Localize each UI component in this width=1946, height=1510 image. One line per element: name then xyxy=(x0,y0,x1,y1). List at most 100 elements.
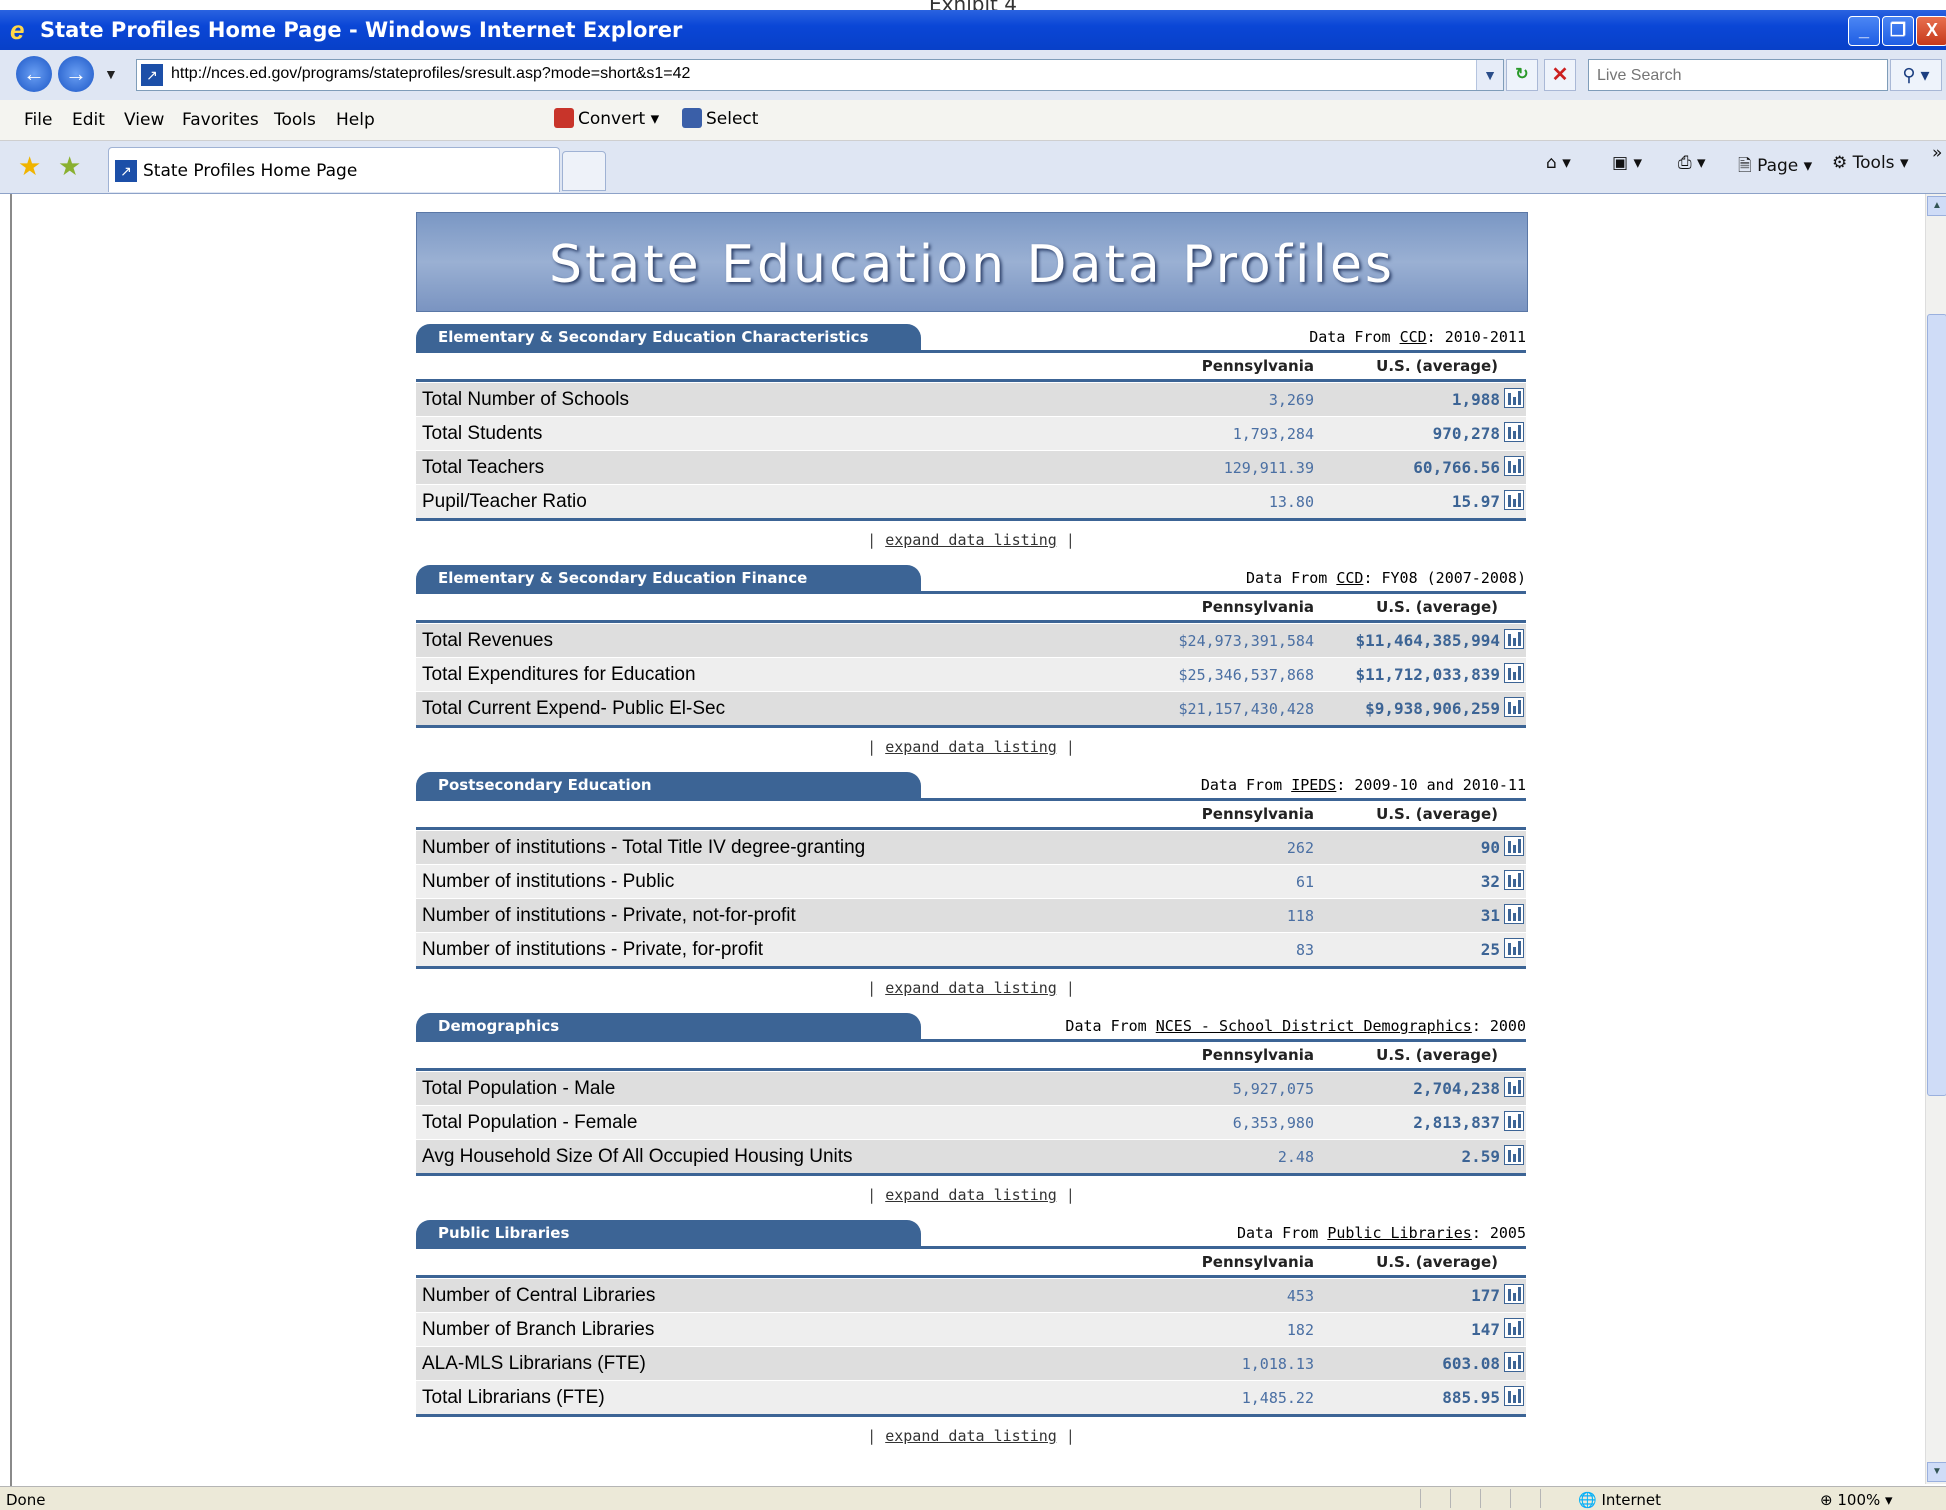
back-icon[interactable]: ← xyxy=(16,56,52,92)
tab-bar: ★ ★ ↗ State Profiles Home Page ⌂ ▾ ▣ ▾ ⎙… xyxy=(0,141,1946,194)
source-link[interactable]: NCES - School District Demographics xyxy=(1156,1017,1472,1035)
section-header: Demographics Data From NCES - School Dist… xyxy=(416,1013,1526,1039)
page-menu-label: Page xyxy=(1757,156,1799,176)
search-icon[interactable]: ⚲ ▾ xyxy=(1890,59,1942,91)
bar-chart-icon[interactable] xyxy=(1504,904,1524,924)
address-bar[interactable]: ↗ http://nces.ed.gov/programs/stateprofi… xyxy=(136,59,1504,91)
stop-icon[interactable]: ✕ xyxy=(1544,59,1576,91)
expand-data-listing-link[interactable]: expand data listing xyxy=(885,1427,1057,1445)
bar-chart-icon[interactable] xyxy=(1504,663,1524,683)
page-icon: 🗎 xyxy=(1738,156,1752,176)
refresh-icon[interactable]: ↻ xyxy=(1506,59,1538,91)
convert-button[interactable]: Convert ▾ xyxy=(554,108,659,129)
source-link[interactable]: CCD xyxy=(1336,569,1363,587)
vertical-scrollbar[interactable]: ▲ ▼ xyxy=(1925,194,1946,1484)
forward-icon[interactable]: → xyxy=(58,56,94,92)
column-us-average: U.S. (average) xyxy=(1376,805,1498,823)
sections-container: Elementary & Secondary Education Charact… xyxy=(416,324,1526,1449)
tools-menu-button[interactable]: ⚙ Tools ▾ xyxy=(1832,153,1908,173)
source-prefix: Data From xyxy=(1200,776,1292,794)
expand-data-listing-link[interactable]: expand data listing xyxy=(885,738,1057,756)
state-value: 83 xyxy=(1295,941,1314,959)
bar-chart-icon[interactable] xyxy=(1504,1111,1524,1131)
history-dropdown-icon[interactable]: ▼ xyxy=(104,66,118,82)
add-favorites-icon[interactable]: ★ xyxy=(58,151,81,182)
source-link[interactable]: IPEDS xyxy=(1291,776,1336,794)
us-average-value: 15.97 xyxy=(1451,492,1500,511)
bar-chart-icon[interactable] xyxy=(1504,1386,1524,1406)
state-value: $25,346,537,868 xyxy=(1178,666,1314,684)
bar-chart-icon[interactable] xyxy=(1504,388,1524,408)
bar-chart-icon[interactable] xyxy=(1504,456,1524,476)
new-tab-button[interactable] xyxy=(562,151,606,191)
row-label: Total Current Expend- Public El-Sec xyxy=(422,698,726,719)
menu-edit[interactable]: Edit xyxy=(72,110,105,130)
scroll-thumb[interactable] xyxy=(1927,314,1946,1096)
menu-view[interactable]: View xyxy=(124,110,164,130)
data-rows: Total Population - Male 5,927,075 2,704,23… xyxy=(416,1071,1526,1176)
close-button[interactable]: X xyxy=(1916,16,1946,46)
us-average-value: 1,988 xyxy=(1451,390,1500,409)
menu-help[interactable]: Help xyxy=(336,110,375,130)
column-state: Pennsylvania xyxy=(1201,1253,1314,1271)
expand-data-listing-link[interactable]: expand data listing xyxy=(885,531,1057,549)
section-title: Elementary & Secondary Education Finance xyxy=(416,565,921,591)
bar-chart-icon[interactable] xyxy=(1504,1077,1524,1097)
expand-data-listing-link[interactable]: expand data listing xyxy=(885,979,1057,997)
bar-chart-icon[interactable] xyxy=(1504,870,1524,890)
column-headers: Pennsylvania U.S. (average) xyxy=(416,594,1526,623)
source-link[interactable]: Public Libraries xyxy=(1327,1224,1472,1242)
bar-chart-icon[interactable] xyxy=(1504,629,1524,649)
source-link[interactable]: CCD xyxy=(1400,328,1427,346)
data-rows: Total Revenues $24,973,391,584 $11,464,385… xyxy=(416,623,1526,728)
us-average-value: $11,712,033,839 xyxy=(1355,665,1501,684)
section-header: Public Libraries Data From Public Librari… xyxy=(416,1220,1526,1246)
us-average-value: 2.59 xyxy=(1461,1147,1500,1166)
search-input[interactable] xyxy=(1595,62,1879,90)
source-suffix: : 2000 xyxy=(1471,1017,1526,1035)
table-row: Total Students 1,793,284 970,278 xyxy=(416,416,1526,450)
zoom-control[interactable]: ⊕ 100% ▾ xyxy=(1820,1491,1893,1509)
scroll-down-icon[interactable]: ▼ xyxy=(1927,1462,1946,1482)
column-us-average: U.S. (average) xyxy=(1376,1253,1498,1271)
bar-chart-icon[interactable] xyxy=(1504,1284,1524,1304)
select-label: Select xyxy=(706,109,759,129)
bar-chart-icon[interactable] xyxy=(1504,1318,1524,1338)
select-button[interactable]: Select xyxy=(682,108,758,129)
scroll-up-icon[interactable]: ▲ xyxy=(1927,196,1946,216)
state-value: 182 xyxy=(1286,1321,1314,1339)
menu-tools[interactable]: Tools xyxy=(274,110,316,130)
address-url[interactable]: http://nces.ed.gov/programs/stateprofile… xyxy=(171,65,690,83)
address-dropdown-icon[interactable]: ▼ xyxy=(1476,60,1503,90)
page-menu-button[interactable]: 🗎 Page ▾ xyxy=(1738,153,1812,182)
table-row: Total Current Expend- Public El-Sec $21,1… xyxy=(416,691,1526,725)
column-headers: Pennsylvania U.S. (average) xyxy=(416,353,1526,382)
print-icon[interactable]: ⎙ ▾ xyxy=(1678,153,1706,173)
bar-chart-icon[interactable] xyxy=(1504,938,1524,958)
favorites-star-icon[interactable]: ★ xyxy=(18,151,41,182)
bar-chart-icon[interactable] xyxy=(1504,1352,1524,1372)
table-row: Total Expenditures for Education $25,346,… xyxy=(416,657,1526,691)
page-content: State Education Data Profiles Elementary… xyxy=(10,194,1928,1486)
us-average-value: 31 xyxy=(1480,906,1500,925)
section-title: Public Libraries xyxy=(416,1220,921,1246)
menu-file[interactable]: File xyxy=(24,110,52,130)
chevron-more-icon[interactable]: » xyxy=(1932,143,1942,163)
bar-chart-icon[interactable] xyxy=(1504,490,1524,510)
home-icon[interactable]: ⌂ ▾ xyxy=(1546,153,1571,173)
table-row: Number of institutions - Private, not-fo… xyxy=(416,898,1526,932)
menu-favorites[interactable]: Favorites xyxy=(182,110,259,130)
us-average-value: 60,766.56 xyxy=(1413,458,1500,477)
bar-chart-icon[interactable] xyxy=(1504,422,1524,442)
expand-data-listing-link[interactable]: expand data listing xyxy=(885,1186,1057,1204)
feeds-icon[interactable]: ▣ ▾ xyxy=(1612,153,1642,173)
bar-chart-icon[interactable] xyxy=(1504,1145,1524,1165)
row-label: Total Population - Male xyxy=(422,1078,616,1099)
site-banner: State Education Data Profiles xyxy=(416,212,1528,312)
minimize-button[interactable]: _ xyxy=(1848,16,1880,46)
bar-chart-icon[interactable] xyxy=(1504,697,1524,717)
bar-chart-icon[interactable] xyxy=(1504,836,1524,856)
maximize-button[interactable]: ❐ xyxy=(1882,16,1914,46)
tab-state-profiles[interactable]: ↗ State Profiles Home Page xyxy=(108,147,560,192)
search-box[interactable] xyxy=(1588,59,1888,91)
